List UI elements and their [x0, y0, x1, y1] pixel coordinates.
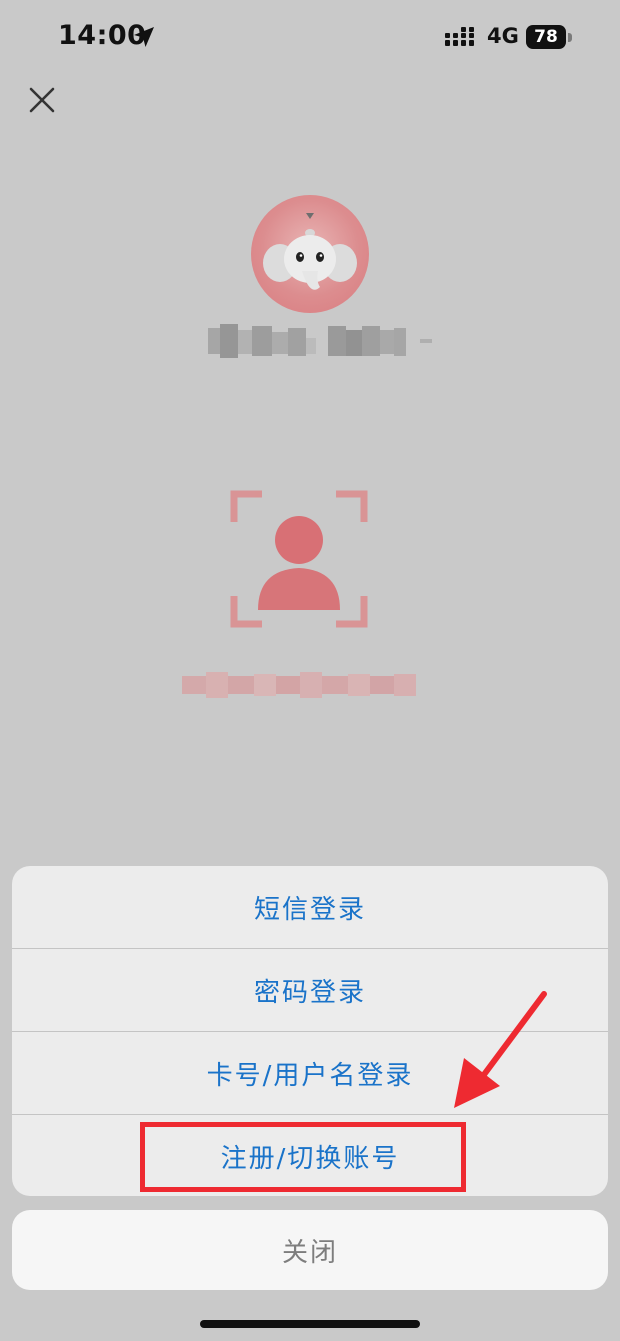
battery-icon: 78: [526, 25, 574, 49]
close-button[interactable]: 关闭: [12, 1210, 608, 1290]
close-icon[interactable]: [26, 84, 58, 116]
home-indicator[interactable]: [200, 1320, 420, 1328]
annotation-arrow-icon: [454, 991, 547, 1108]
status-bar: 14:00 4G 78: [0, 0, 620, 74]
obscured-hint-text: [182, 672, 416, 698]
network-type: 4G: [487, 24, 519, 48]
battery-cap: [568, 33, 572, 42]
cellular-signal-icon: [445, 27, 474, 46]
face-scan-icon[interactable]: [228, 488, 370, 630]
battery-level: 78: [526, 25, 566, 49]
obscured-username: [208, 324, 432, 358]
location-arrow-icon: [134, 27, 154, 47]
sms-login-option[interactable]: 短信登录: [12, 866, 608, 948]
elephant-mascot-icon: [263, 213, 357, 290]
avatar: [251, 195, 369, 313]
annotation-highlight-box: [140, 1122, 466, 1192]
